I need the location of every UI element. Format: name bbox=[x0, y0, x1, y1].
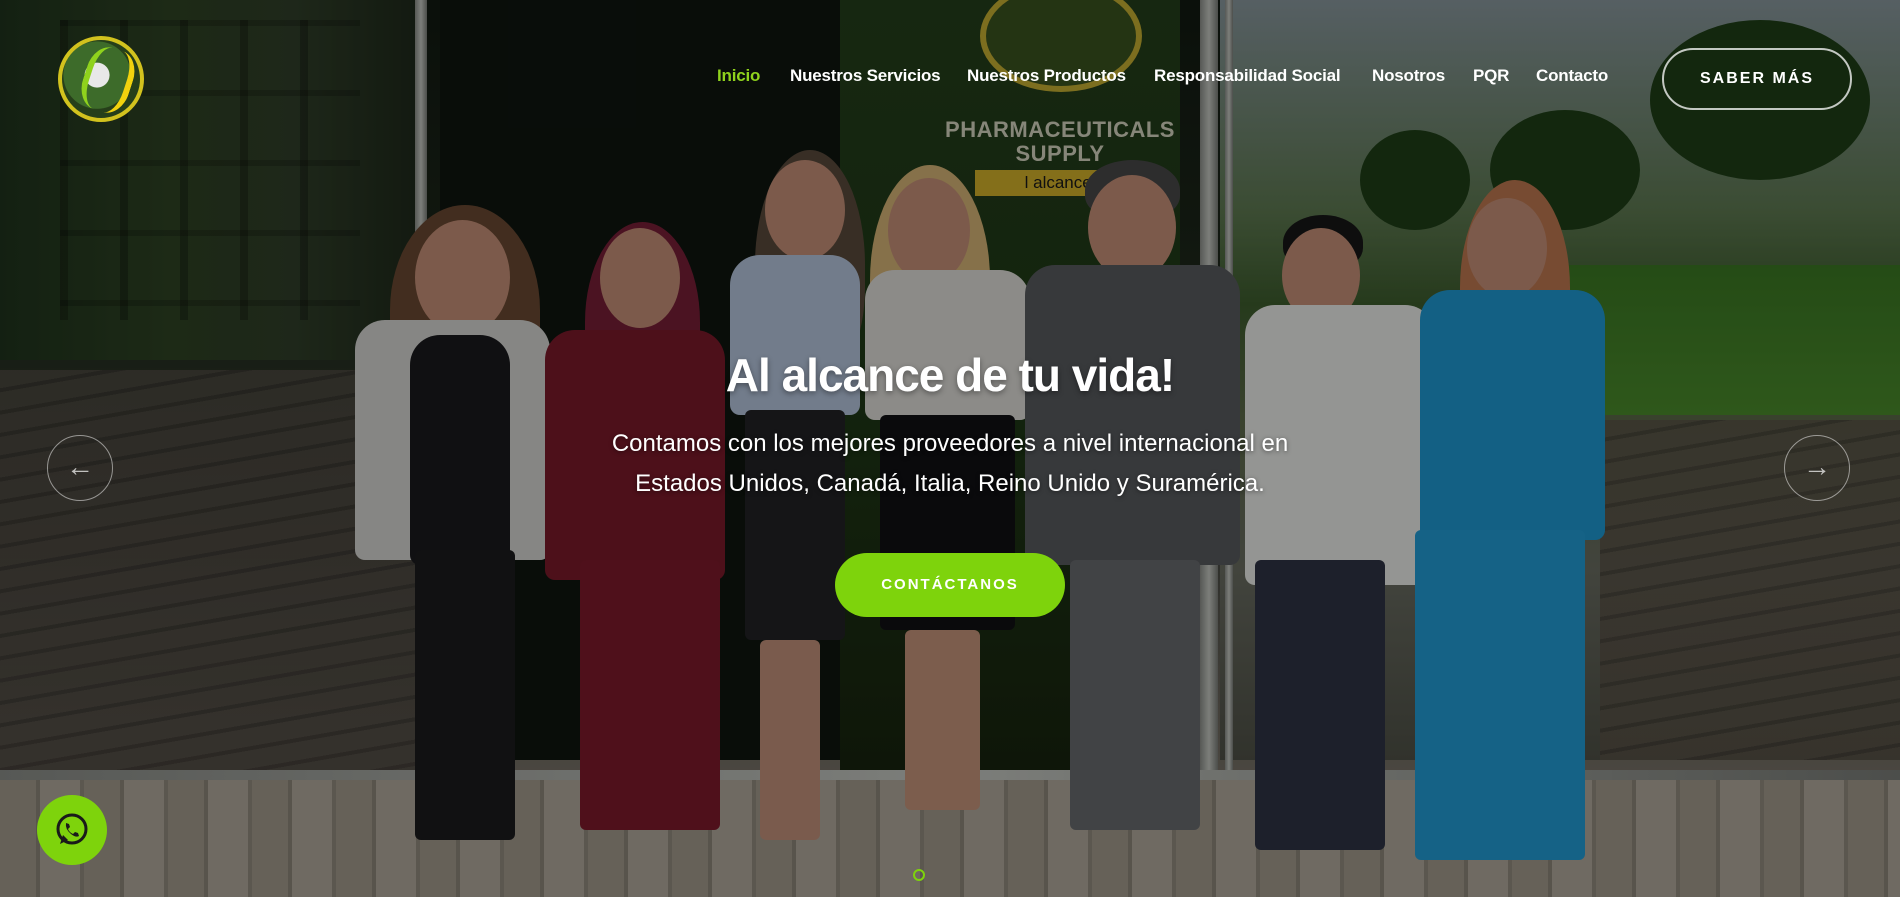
slider-next-button[interactable]: → bbox=[1784, 435, 1850, 501]
slider-prev-button[interactable]: ← bbox=[47, 435, 113, 501]
hero-headline: Al alcance de tu vida! bbox=[725, 349, 1175, 401]
nav-item-nuestros-productos[interactable]: Nuestros Productos bbox=[967, 66, 1126, 86]
whatsapp-icon bbox=[56, 813, 88, 845]
nav-item-nuestros-servicios[interactable]: Nuestros Servicios bbox=[790, 66, 941, 86]
arrow-left-icon: ← bbox=[66, 451, 94, 482]
hero-slider: PHARMACEUTICALS SUPPLY l alcance de Inic… bbox=[0, 0, 1900, 897]
nav-item-contacto[interactable]: Contacto bbox=[1536, 66, 1608, 86]
dna-logo-icon bbox=[75, 42, 141, 118]
nav-item-pqr[interactable]: PQR bbox=[1473, 66, 1509, 86]
hero-subtext-line: Estados Unidos, Canadá, Italia, Reino Un… bbox=[635, 470, 1265, 497]
nav-item-nosotros[interactable]: Nosotros bbox=[1372, 66, 1445, 86]
saber-mas-button[interactable]: SABER MÁS bbox=[1662, 48, 1852, 110]
arrow-right-icon: → bbox=[1803, 451, 1831, 482]
logo[interactable] bbox=[58, 36, 144, 122]
hero-subtext-line: Contamos con los mejores proveedores a n… bbox=[611, 430, 1289, 457]
contactanos-button[interactable]: CONTÁCTANOS bbox=[835, 553, 1065, 617]
whatsapp-button[interactable] bbox=[37, 795, 107, 865]
nav-item-inicio[interactable]: Inicio bbox=[717, 66, 760, 86]
slider-dot-active[interactable] bbox=[913, 869, 925, 881]
hero-subtext: Contamos con los mejores proveedores a n… bbox=[500, 424, 1400, 504]
nav-item-responsabilidad-social[interactable]: Responsabilidad Social bbox=[1154, 66, 1341, 86]
